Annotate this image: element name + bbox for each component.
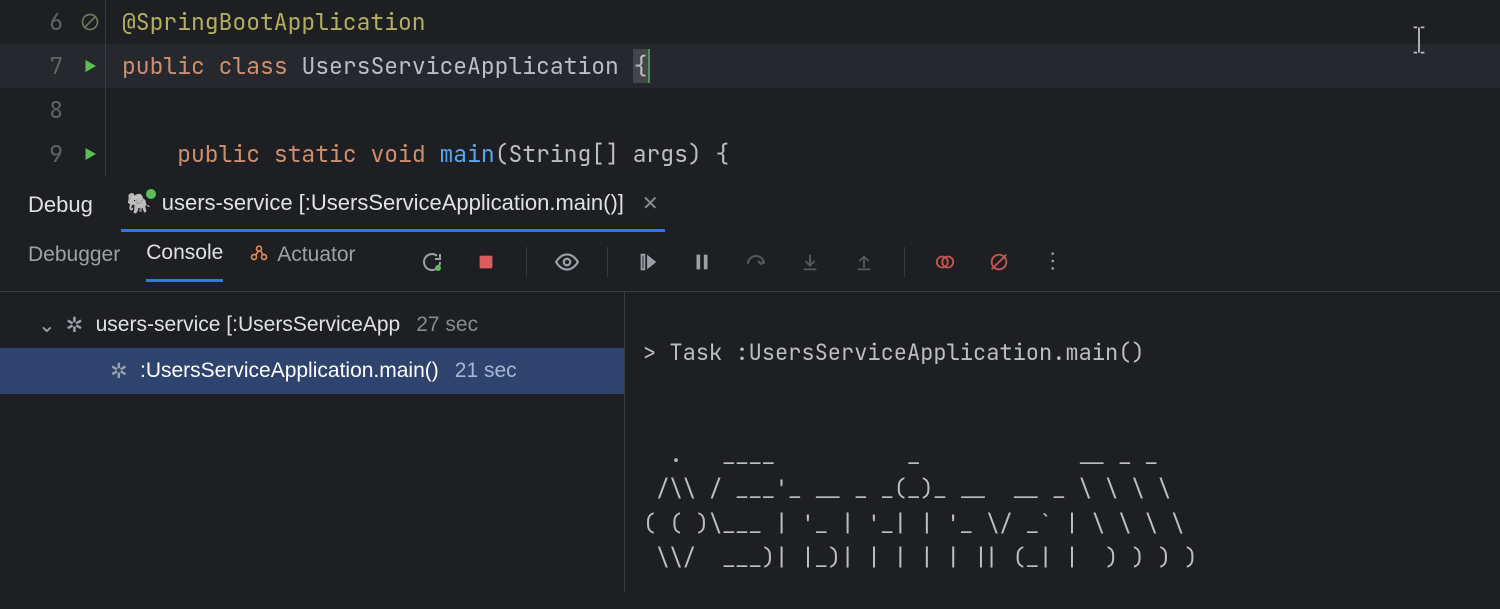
tree-root-time: 27 sec xyxy=(416,313,478,337)
pause-button[interactable] xyxy=(688,248,716,276)
build-tree[interactable]: ⌄ ✲ users-service [:UsersServiceApp 27 s… xyxy=(0,292,625,592)
tree-child[interactable]: ✲ :UsersServiceApplication.main() 21 sec xyxy=(0,348,624,394)
line-number: 9 xyxy=(0,139,75,169)
divider xyxy=(904,247,905,277)
code: public class UsersServiceApplication { xyxy=(105,44,650,88)
no-run-icon xyxy=(75,12,105,32)
rerun-button[interactable] xyxy=(418,248,446,276)
spinner-icon: ✲ xyxy=(110,359,130,384)
tree-child-label: :UsersServiceApplication.main() xyxy=(140,359,439,383)
debug-toolbar: Debugger Console Actuator ⋯ xyxy=(0,232,1500,292)
code: @SpringBootApplication xyxy=(105,0,426,44)
run-gutter-icon[interactable] xyxy=(75,145,105,163)
gradle-icon: 🐘 xyxy=(127,191,152,216)
line-number: 7 xyxy=(0,51,75,81)
line-number: 8 xyxy=(0,95,75,125)
line-9: 9 public static void main ( String[] arg… xyxy=(0,132,1500,176)
run-config-label: users-service [:UsersServiceApplication.… xyxy=(162,190,624,216)
spring-banner-line: . ____ _ __ _ _ xyxy=(643,440,1158,469)
run-config-tab[interactable]: 🐘 users-service [:UsersServiceApplicatio… xyxy=(121,177,665,232)
tree-root-label: users-service [:UsersServiceApp xyxy=(96,313,401,337)
spring-banner-line: ( ( )\___ | '_ | '_| | '_ \/ _` | \ \ \ … xyxy=(643,509,1184,538)
code-editor[interactable]: 6 @SpringBootApplication 7 public class … xyxy=(0,0,1500,176)
line-number: 6 xyxy=(0,7,75,37)
divider xyxy=(607,247,608,277)
run-gutter-icon[interactable] xyxy=(75,57,105,75)
more-button[interactable]: ⋯ xyxy=(1039,248,1067,276)
resume-button[interactable] xyxy=(634,248,662,276)
caret-brace: { xyxy=(633,49,651,83)
tree-child-time: 21 sec xyxy=(455,359,517,383)
actuator-icon xyxy=(249,242,269,268)
tree-root[interactable]: ⌄ ✲ users-service [:UsersServiceApp 27 s… xyxy=(0,302,624,348)
step-into-button[interactable] xyxy=(796,248,824,276)
mute-breakpoints-button[interactable] xyxy=(985,248,1013,276)
close-icon[interactable]: ✕ xyxy=(642,191,659,216)
line-6: 6 @SpringBootApplication xyxy=(0,0,1500,44)
text-cursor-icon xyxy=(1410,24,1428,56)
tab-debugger[interactable]: Debugger xyxy=(28,243,120,281)
debug-bottom-panel: ⌄ ✲ users-service [:UsersServiceApp 27 s… xyxy=(0,292,1500,592)
spring-banner-line: /\\ / ___'_ __ _ _(_)_ __ __ _ \ \ \ \ xyxy=(643,474,1171,503)
step-over-button[interactable] xyxy=(742,248,770,276)
tab-console[interactable]: Console xyxy=(146,241,223,282)
tool-window-title: Debug xyxy=(28,192,93,218)
line-8: 8 xyxy=(0,88,1500,132)
show-button[interactable] xyxy=(553,248,581,276)
divider xyxy=(526,247,527,277)
chevron-down-icon[interactable]: ⌄ xyxy=(38,313,56,338)
console-task-line: > Task :UsersServiceApplication.main() xyxy=(643,338,1145,367)
step-out-button[interactable] xyxy=(850,248,878,276)
view-breakpoints-button[interactable] xyxy=(931,248,959,276)
debug-tool-window-header: Debug 🐘 users-service [:UsersServiceAppl… xyxy=(0,176,1500,232)
code: public static void main ( String[] args … xyxy=(105,132,729,176)
annotation: @SpringBootApplication xyxy=(122,7,426,37)
console-output[interactable]: > Task :UsersServiceApplication.main() .… xyxy=(625,292,1500,592)
stop-button[interactable] xyxy=(472,248,500,276)
spring-banner-line: \\/ ___)| |_)| | | | | || (_| | ) ) ) ) xyxy=(643,543,1197,572)
line-7: 7 public class UsersServiceApplication { xyxy=(0,44,1500,88)
spinner-icon: ✲ xyxy=(66,313,86,338)
tab-actuator[interactable]: Actuator xyxy=(249,242,355,282)
